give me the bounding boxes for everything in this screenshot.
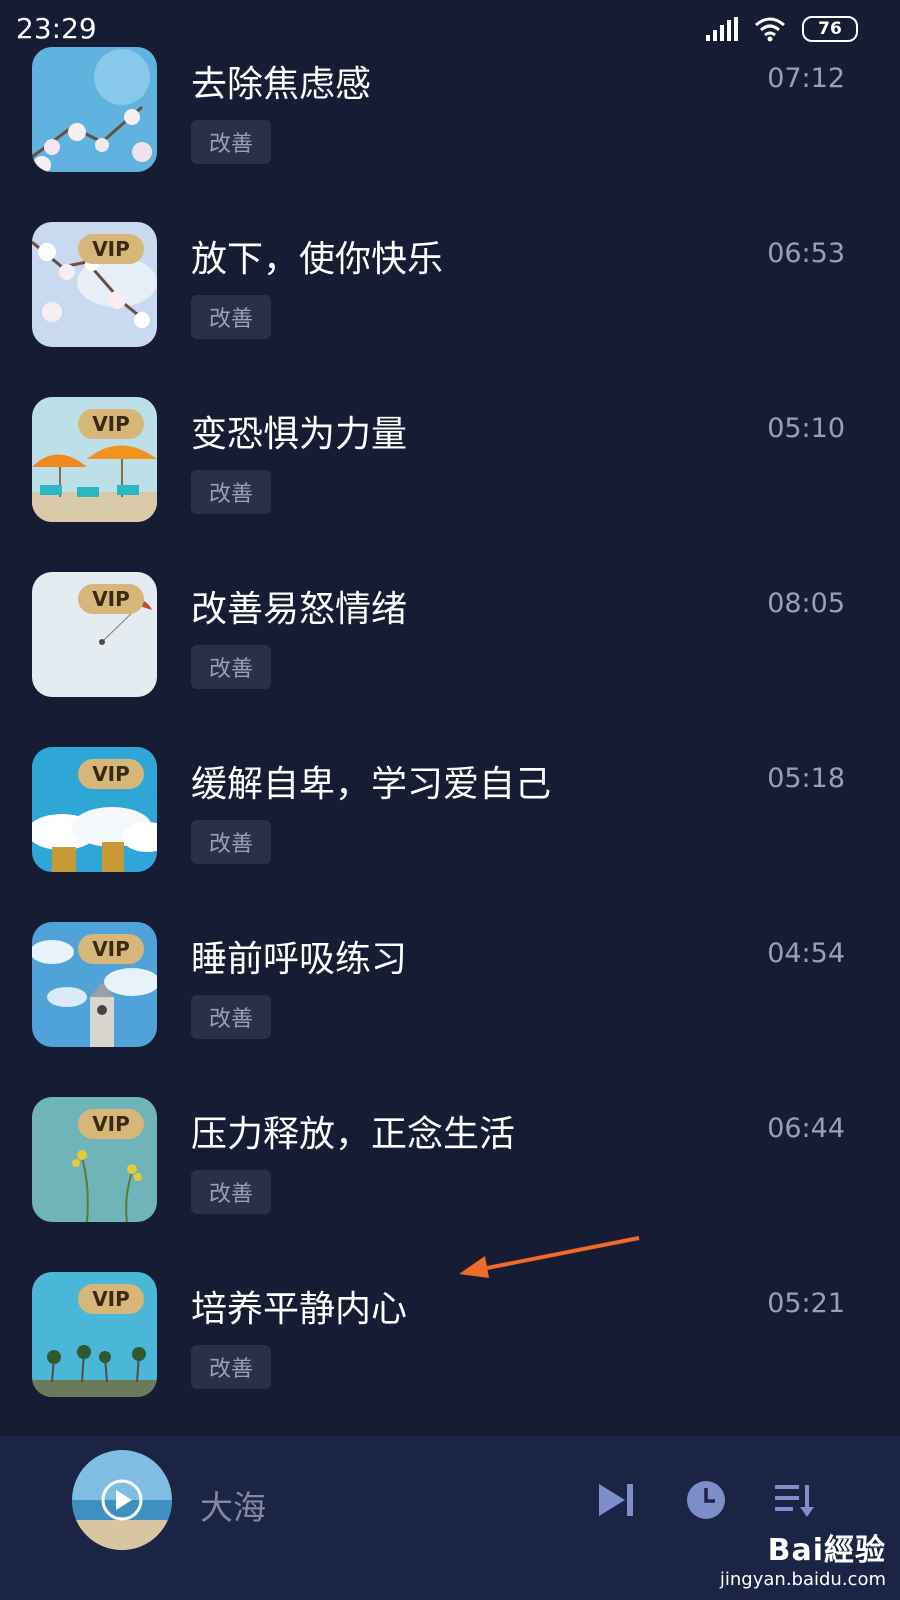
track-title: 改善易怒情绪 bbox=[191, 589, 408, 630]
category-tag[interactable]: 改善 bbox=[191, 995, 271, 1039]
vip-badge: VIP bbox=[78, 584, 144, 614]
battery-indicator: 76 bbox=[802, 16, 858, 42]
status-icons: 76 bbox=[706, 16, 858, 42]
watermark-logo: Bai經验 bbox=[767, 1533, 886, 1568]
category-tag[interactable]: 改善 bbox=[191, 645, 271, 689]
palm-trees-image: VIP bbox=[32, 1272, 157, 1397]
parasailing-image: VIP bbox=[32, 572, 157, 697]
mini-player[interactable]: 大海 Bai經验 jingyan.baidu.com bbox=[0, 1436, 900, 1600]
category-tag[interactable]: 改善 bbox=[191, 1170, 271, 1214]
player-cover[interactable] bbox=[72, 1450, 172, 1550]
track-duration: 06:53 bbox=[767, 238, 845, 269]
annotation-arrow-icon bbox=[459, 1236, 640, 1278]
beach-umbrellas-image: VIP bbox=[32, 397, 157, 522]
player-track-title: 大海 bbox=[200, 1488, 266, 1527]
track-title: 培养平静内心 bbox=[191, 1289, 408, 1330]
track-duration: 06:44 bbox=[767, 1113, 845, 1144]
list-item[interactable]: VIP 放下，使你快乐 改善 06:53 bbox=[0, 222, 900, 397]
list-item[interactable]: VIP 缓解自卑，学习爱自己 改善 05:18 bbox=[0, 747, 900, 922]
track-title: 放下，使你快乐 bbox=[191, 239, 444, 280]
track-title: 睡前呼吸练习 bbox=[191, 939, 408, 980]
category-tag[interactable]: 改善 bbox=[191, 470, 271, 514]
track-duration: 07:12 bbox=[767, 63, 845, 94]
battery-level: 76 bbox=[818, 19, 842, 39]
category-tag[interactable]: 改善 bbox=[191, 120, 271, 164]
baidu-jingyan-watermark: Bai經验 jingyan.baidu.com bbox=[720, 1525, 886, 1590]
wifi-icon bbox=[755, 17, 785, 42]
blossom-sky-image bbox=[32, 47, 157, 172]
vip-badge: VIP bbox=[78, 234, 144, 264]
track-duration: 05:18 bbox=[767, 763, 845, 794]
timer-button[interactable] bbox=[684, 1478, 728, 1522]
list-item[interactable]: VIP 改善易怒情绪 改善 08:05 bbox=[0, 572, 900, 747]
track-duration: 05:21 bbox=[767, 1288, 845, 1319]
next-button[interactable] bbox=[595, 1478, 639, 1522]
clock-icon bbox=[687, 1481, 725, 1519]
blossom-sky-image: VIP bbox=[32, 222, 157, 347]
vip-badge: VIP bbox=[78, 1284, 144, 1314]
list-item[interactable]: VIP 变恐惧为力量 改善 05:10 bbox=[0, 397, 900, 572]
status-time: 23:29 bbox=[16, 12, 97, 45]
watermark-url: jingyan.baidu.com bbox=[719, 1569, 886, 1590]
yellow-flowers-image: VIP bbox=[32, 1097, 157, 1222]
category-tag[interactable]: 改善 bbox=[191, 295, 271, 339]
list-item[interactable]: VIP 压力释放，正念生活 改善 06:44 bbox=[0, 1097, 900, 1272]
playlist-icon bbox=[775, 1485, 814, 1517]
vip-badge: VIP bbox=[78, 934, 144, 964]
signal-icon bbox=[706, 17, 738, 41]
list-item[interactable]: VIP 睡前呼吸练习 改善 04:54 bbox=[0, 922, 900, 1097]
list-item[interactable]: VIP 培养平静内心 改善 05:21 bbox=[0, 1272, 900, 1447]
category-tag[interactable]: 改善 bbox=[191, 820, 271, 864]
track-title: 压力释放，正念生活 bbox=[191, 1114, 516, 1155]
vip-badge: VIP bbox=[78, 409, 144, 439]
playlist-button[interactable] bbox=[772, 1478, 816, 1522]
track-duration: 08:05 bbox=[767, 588, 845, 619]
skip-next-icon bbox=[599, 1484, 633, 1516]
clock-tower-image: VIP bbox=[32, 922, 157, 1047]
track-duration: 05:10 bbox=[767, 413, 845, 444]
track-title: 变恐惧为力量 bbox=[191, 414, 408, 455]
vip-badge: VIP bbox=[78, 1109, 144, 1139]
track-title: 缓解自卑，学习爱自己 bbox=[191, 764, 552, 805]
category-tag[interactable]: 改善 bbox=[191, 1345, 271, 1389]
track-title: 去除焦虑感 bbox=[191, 64, 372, 105]
list-item[interactable]: 去除焦虑感 改善 07:12 bbox=[0, 47, 900, 222]
vip-badge: VIP bbox=[78, 759, 144, 789]
clouds-buildings-image: VIP bbox=[32, 747, 157, 872]
track-duration: 04:54 bbox=[767, 938, 845, 969]
